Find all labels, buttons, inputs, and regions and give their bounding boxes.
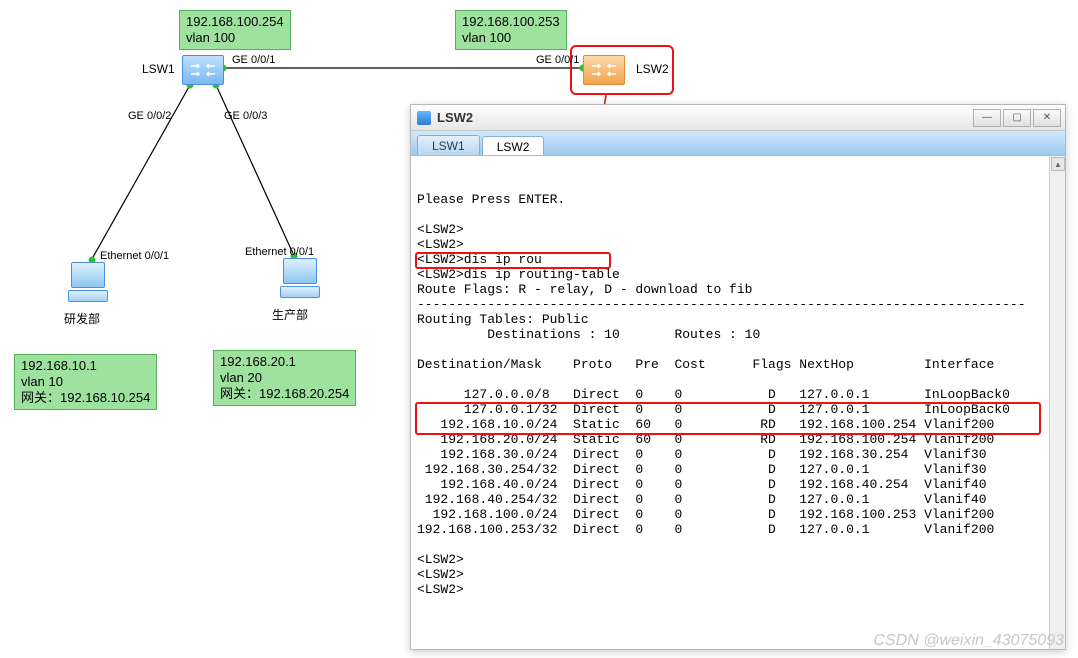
maximize-button[interactable]: ▢ — [1003, 109, 1031, 127]
tab-lsw2[interactable]: LSW2 — [482, 136, 545, 156]
window-titlebar[interactable]: LSW2 — ▢ ✕ — [411, 105, 1065, 131]
pc1-eth-label: Ethernet 0/0/1 — [100, 250, 169, 262]
switch-lsw1-label: LSW1 — [142, 62, 175, 76]
link-lsw2-ge001: GE 0/0/1 — [536, 54, 579, 66]
minimize-button[interactable]: — — [973, 109, 1001, 127]
pc-shengchan[interactable] — [280, 258, 320, 300]
highlight-command — [415, 252, 611, 269]
tab-bar: LSW1 LSW2 — [411, 131, 1065, 155]
terminal-window: LSW2 — ▢ ✕ LSW1 LSW2 Please Press ENTER.… — [410, 104, 1066, 650]
tab-lsw1[interactable]: LSW1 — [417, 135, 480, 155]
terminal-body[interactable]: Please Press ENTER. <LSW2> <LSW2> <LSW2>… — [411, 155, 1065, 649]
window-title: LSW2 — [437, 110, 971, 125]
terminal-text: Please Press ENTER. <LSW2> <LSW2> <LSW2>… — [411, 169, 1065, 603]
watermark: CSDN @weixin_43075093 — [873, 632, 1064, 650]
pc-yanfa[interactable] — [68, 262, 108, 304]
pc1-label: 研发部 — [64, 310, 100, 327]
pc2-label: 生产部 — [272, 306, 308, 323]
lsw2-highlight-box — [570, 45, 674, 95]
highlight-static-routes — [415, 402, 1041, 435]
lsw1-ip-label: 192.168.100.254 vlan 100 — [179, 10, 291, 50]
pc2-eth-label: Ethernet 0/0/1 — [245, 246, 314, 258]
close-button[interactable]: ✕ — [1033, 109, 1061, 127]
link-lsw1-ge002: GE 0/0/2 — [128, 110, 171, 122]
scroll-up-button[interactable]: ▲ — [1051, 157, 1065, 171]
pc2-info: 192.168.20.1 vlan 20 网关：192.168.20.254 — [213, 350, 356, 406]
switch-lsw1[interactable] — [182, 55, 224, 85]
link-lsw1-ge003: GE 0/0/3 — [224, 110, 267, 122]
pc1-info: 192.168.10.1 vlan 10 网关：192.168.10.254 — [14, 354, 157, 410]
scrollbar[interactable]: ▲ — [1049, 156, 1065, 649]
app-icon — [417, 111, 431, 125]
lsw2-ip-label: 192.168.100.253 vlan 100 — [455, 10, 567, 50]
link-lsw1-ge001: GE 0/0/1 — [232, 54, 275, 66]
